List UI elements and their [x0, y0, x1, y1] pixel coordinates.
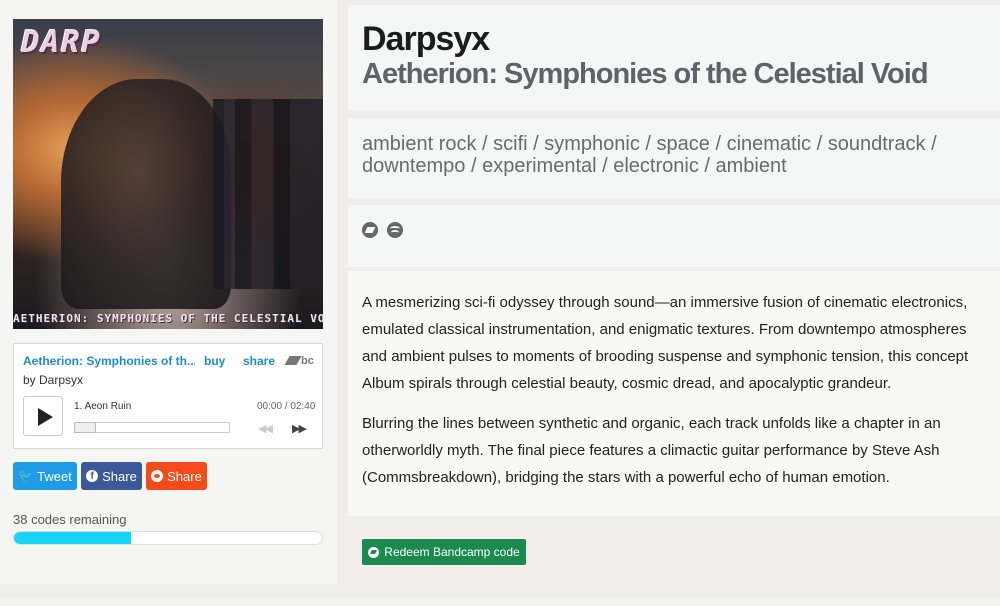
play-button[interactable] — [23, 396, 63, 436]
spotify-icon[interactable] — [387, 222, 403, 238]
cover-logo: DARP — [17, 25, 105, 60]
codes-remaining-text: 38 codes remaining — [13, 512, 127, 527]
player-share-link[interactable]: share — [243, 354, 275, 368]
bandcamp-icon[interactable] — [362, 222, 378, 238]
scrubber-handle[interactable] — [74, 422, 96, 433]
next-track-icon[interactable]: ▶▶ — [292, 422, 307, 435]
redeem-label: Redeem Bandcamp code — [384, 545, 520, 559]
redeem-code-button[interactable]: Redeem Bandcamp code — [362, 539, 526, 565]
album-title: Aetherion: Symphonies of the Celestial V… — [362, 58, 929, 90]
reddit-icon — [151, 470, 164, 482]
progress-scrubber[interactable] — [74, 422, 230, 433]
bandcamp-logo-text: bc — [301, 355, 314, 367]
album-cover-image: DARP AETHERION: SYMPHONIES OF THE CELEST… — [13, 19, 323, 329]
bandcamp-icon — [368, 546, 380, 558]
player-album-title-link[interactable]: Aetherion: Symphonies of th... — [23, 354, 195, 368]
facebook-icon: f — [86, 470, 99, 482]
description-panel: A mesmerizing sci-fi odyssey through sou… — [348, 271, 1000, 516]
tweet-label: Tweet — [37, 468, 72, 484]
track-time: 00:00 / 02:40 — [257, 401, 316, 412]
tags-panel: ambient rock / scifi / symphonic / space… — [348, 118, 1000, 198]
links-panel — [348, 205, 1000, 267]
player-buy-link[interactable]: buy — [204, 354, 225, 368]
title-panel: Darpsyx Aetherion: Symphonies of the Cel… — [348, 5, 1000, 110]
bandcamp-logo[interactable]: bc — [284, 355, 314, 367]
artist-name: Darpsyx — [362, 20, 490, 58]
left-column: DARP AETHERION: SYMPHONIES OF THE CELEST… — [0, 0, 337, 584]
tweet-button[interactable]: 🐦 Tweet — [13, 462, 77, 490]
codes-progress-fill — [14, 532, 132, 544]
previous-track-icon[interactable]: ◀◀ — [258, 422, 273, 435]
player-by-artist: by Darpsyx — [23, 373, 84, 387]
twitter-bird-icon: 🐦 — [18, 469, 34, 483]
genre-tags: ambient rock / scifi / symphonic / space… — [362, 133, 937, 177]
cover-caption: AETHERION: SYMPHONIES OF THE CELESTIAL V… — [13, 312, 323, 325]
footer-strip — [0, 598, 1000, 606]
cover-towers-artwork — [213, 99, 323, 289]
description-paragraph-2: Blurring the lines between synthetic and… — [362, 415, 941, 486]
facebook-share-button[interactable]: f Share — [81, 462, 142, 490]
description-paragraph-1: A mesmerizing sci-fi odyssey through sou… — [362, 294, 969, 392]
facebook-share-label: Share — [102, 468, 137, 484]
cover-face-artwork — [61, 79, 231, 309]
codes-progress-bar — [13, 531, 323, 545]
bandcamp-player: Aetherion: Symphonies of th... buy share… — [13, 343, 323, 449]
description: A mesmerizing sci-fi odyssey through sou… — [362, 289, 987, 504]
reddit-share-button[interactable]: Share — [146, 462, 207, 490]
reddit-share-label: Share — [167, 468, 202, 484]
bandcamp-logo-icon — [284, 356, 302, 365]
current-track: 1. Aeon Ruin — [74, 401, 132, 412]
